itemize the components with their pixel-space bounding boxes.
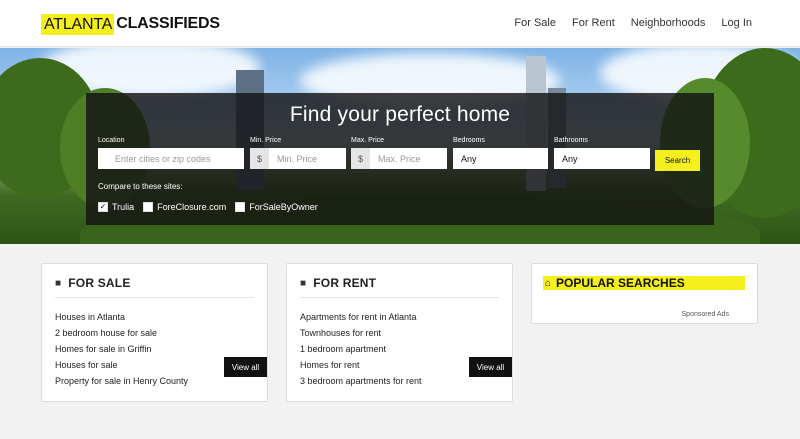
compare-foreclosure[interactable]: ForeClosure.com	[143, 202, 226, 212]
divider	[300, 297, 499, 298]
compare-label: Compare to these sites:	[98, 182, 183, 191]
dollar-prefix: $	[351, 148, 370, 169]
list-item[interactable]: Houses in Atlanta	[55, 312, 188, 328]
min-price-input[interactable]: $ Min. Price	[250, 148, 346, 169]
list-item[interactable]: Homes for sale in Griffin	[55, 344, 188, 360]
bathrooms-field: Bathrooms Any	[554, 137, 650, 169]
max-price-field: Max. Price $ Max. Price	[351, 137, 447, 169]
location-input[interactable]: Enter cities or zip codes	[98, 148, 244, 169]
bedrooms-field: Bedrooms Any	[453, 137, 548, 169]
max-price-label: Max. Price	[351, 137, 385, 144]
compare-site-label: Trulia	[112, 202, 135, 212]
for-rent-title: ■ FOR RENT	[300, 276, 376, 290]
nav-for-sale[interactable]: For Sale	[514, 17, 556, 29]
for-rent-card: ■ FOR RENT Apartments for rent in Atlant…	[286, 263, 513, 402]
list-item[interactable]: Houses for sale	[55, 360, 188, 376]
popular-searches-heading: POPULAR SEARCHES	[556, 276, 685, 290]
compare-forsalebyowner[interactable]: ForSaleByOwner	[235, 202, 318, 212]
for-rent-heading: FOR RENT	[313, 276, 377, 290]
list-item[interactable]: 2 bedroom house for sale	[55, 328, 188, 344]
compare-trulia[interactable]: ✓ Trulia	[98, 202, 134, 212]
search-button[interactable]: Search	[655, 150, 700, 171]
location-placeholder: Enter cities or zip codes	[115, 153, 211, 164]
home-icon: ⌂	[545, 277, 552, 289]
bathrooms-value: Any	[562, 153, 578, 164]
min-price-field: Min. Price $ Min. Price	[250, 137, 346, 169]
dollar-prefix: $	[250, 148, 269, 169]
view-all-button[interactable]: View all	[224, 357, 267, 377]
min-price-label: Min. Price	[250, 137, 282, 144]
min-price-placeholder: Min. Price	[277, 153, 318, 164]
list-item[interactable]: Apartments for rent in Atlanta	[300, 312, 422, 328]
list-item[interactable]: Homes for rent	[300, 360, 422, 376]
bathrooms-label: Bathrooms	[554, 137, 588, 144]
briefcase-icon: ■	[300, 277, 307, 289]
bedrooms-value: Any	[461, 153, 477, 164]
list-item[interactable]: 1 bedroom apartment	[300, 344, 422, 360]
bathrooms-select[interactable]: Any	[554, 148, 650, 169]
nav-neighborhoods[interactable]: Neighborhoods	[631, 17, 706, 29]
checkbox-icon[interactable]	[235, 202, 246, 212]
list-item[interactable]: 3 bedroom apartments for rent	[300, 376, 422, 392]
nav-for-rent[interactable]: For Rent	[572, 17, 615, 29]
bedrooms-label: Bedrooms	[453, 137, 485, 144]
location-field: Location Enter cities or zip codes	[98, 137, 244, 169]
sponsored-ads-label: Sponsored Ads	[681, 311, 729, 318]
for-sale-list: Houses in Atlanta 2 bedroom house for sa…	[55, 312, 188, 392]
list-item[interactable]: Property for sale in Henry County	[55, 376, 188, 392]
max-price-input[interactable]: $ Max. Price	[351, 148, 447, 169]
popular-searches-card: ⌂ POPULAR SEARCHES Sponsored Ads	[531, 263, 758, 324]
search-panel: Find your perfect home Location Enter ci…	[86, 93, 714, 225]
site-logo[interactable]: ATLANTA CLASSIFIEDS	[41, 13, 220, 35]
hero-banner: Find your perfect home Location Enter ci…	[0, 48, 800, 244]
for-rent-list: Apartments for rent in Atlanta Townhouse…	[300, 312, 422, 392]
location-label: Location	[98, 137, 125, 144]
compare-sites: ✓ Trulia ForeClosure.com ForSaleByOwner	[98, 202, 318, 212]
view-all-button[interactable]: View all	[469, 357, 512, 377]
list-item[interactable]: Townhouses for rent	[300, 328, 422, 344]
for-sale-heading: FOR SALE	[68, 276, 131, 290]
compare-site-label: ForeClosure.com	[157, 202, 227, 212]
site-header: ATLANTA CLASSIFIEDS For Sale For Rent Ne…	[0, 0, 800, 47]
for-sale-title: ■ FOR SALE	[55, 276, 131, 290]
popular-searches-title: ⌂ POPULAR SEARCHES	[543, 276, 745, 290]
logo-atlanta: ATLANTA	[41, 13, 115, 35]
bedrooms-select[interactable]: Any	[453, 148, 548, 169]
main-nav: For Sale For Rent Neighborhoods Log In	[498, 17, 752, 29]
search-title: Find your perfect home	[289, 103, 511, 126]
nav-log-in[interactable]: Log In	[721, 17, 752, 29]
compare-site-label: ForSaleByOwner	[249, 202, 318, 212]
max-price-placeholder: Max. Price	[378, 153, 421, 164]
logo-classifieds: CLASSIFIEDS	[116, 15, 220, 32]
for-sale-card: ■ FOR SALE Houses in Atlanta 2 bedroom h…	[41, 263, 268, 402]
divider	[55, 297, 254, 298]
checkbox-icon[interactable]	[143, 202, 154, 212]
checkbox-checked-icon[interactable]: ✓	[98, 202, 108, 212]
briefcase-icon: ■	[55, 277, 62, 289]
